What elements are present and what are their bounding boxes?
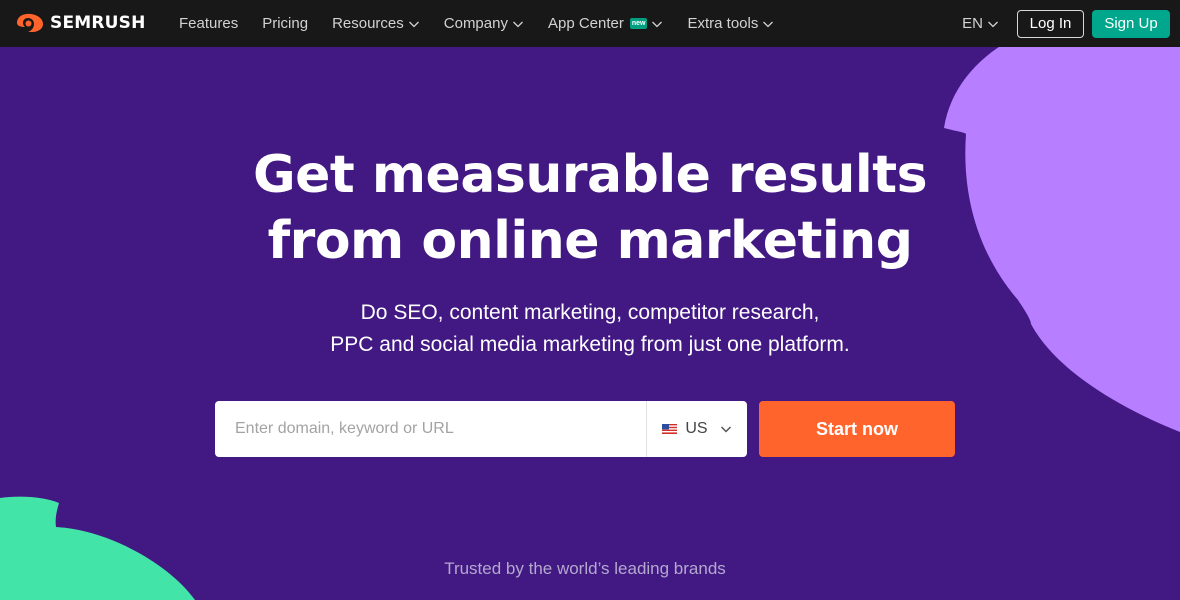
nav-right-group: EN Log In Sign Up <box>962 0 1170 47</box>
nav-item-label: Company <box>443 15 508 32</box>
headline-line-1: Get measurable results <box>252 145 928 205</box>
nav-item-label: App Center <box>547 15 624 32</box>
subheadline-line-2: PPC and social media marketing from just… <box>330 333 850 356</box>
subheadline-line-1: Do SEO, content marketing, competitor re… <box>360 301 820 324</box>
nav-item-resources[interactable]: Resources <box>332 15 420 32</box>
signup-button[interactable]: Sign Up <box>1092 9 1170 38</box>
nav-item-extra-tools[interactable]: Extra tools <box>687 15 774 32</box>
language-label: EN <box>962 15 983 32</box>
start-now-button[interactable]: Start now <box>759 401 955 457</box>
language-selector[interactable]: EN <box>962 15 999 32</box>
chevron-down-icon <box>763 21 774 27</box>
hero-subheadline: Do SEO, content marketing, competitor re… <box>0 297 1180 361</box>
search-bar: US <box>215 401 747 457</box>
nav-item-features[interactable]: Features <box>179 15 238 32</box>
hero-headline: Get measurable results from online marke… <box>0 142 1180 274</box>
search-input[interactable] <box>215 401 646 457</box>
green-blob-shape <box>0 496 195 600</box>
nav-item-label: Extra tools <box>687 15 759 32</box>
top-nav-bar: SEMRUSH Features Pricing Resources Compa… <box>0 0 1180 47</box>
new-badge: new <box>629 18 648 29</box>
primary-nav: Features Pricing Resources Company App C… <box>179 0 798 47</box>
nav-item-label: Resources <box>332 15 404 32</box>
nav-item-pricing[interactable]: Pricing <box>262 15 308 32</box>
semrush-fire-icon <box>17 13 43 32</box>
chevron-down-icon <box>720 426 731 433</box>
chevron-down-icon <box>513 21 523 27</box>
us-flag-icon <box>662 424 678 434</box>
nav-item-app-center[interactable]: App Center new <box>548 15 664 32</box>
headline-line-2: from online marketing <box>267 211 913 271</box>
semrush-logo[interactable]: SEMRUSH <box>14 12 146 34</box>
database-label: US <box>685 420 708 437</box>
logo-wordmark: SEMRUSH <box>50 13 146 33</box>
trusted-by-text: Trusted by the world’s leading brands <box>444 559 726 578</box>
chevron-down-icon <box>408 21 419 27</box>
nav-item-label: Features <box>179 15 239 32</box>
chevron-down-icon <box>652 21 663 27</box>
chevron-down-icon <box>988 21 998 27</box>
nav-item-company[interactable]: Company <box>444 15 524 32</box>
login-button[interactable]: Log In <box>1017 9 1084 38</box>
database-select[interactable]: US <box>647 401 747 457</box>
nav-item-label: Pricing <box>262 15 309 32</box>
